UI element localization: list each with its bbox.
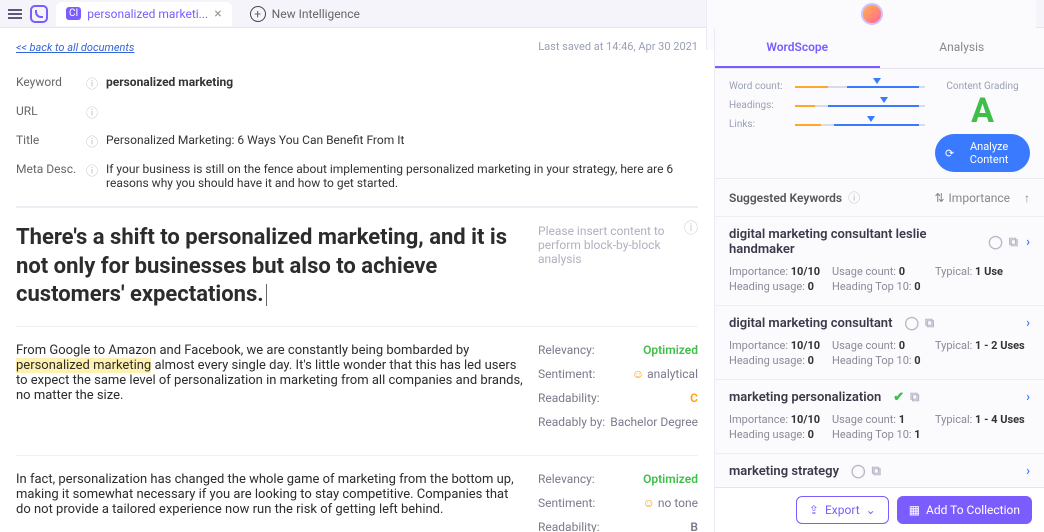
- links-slider: [795, 121, 925, 129]
- sentiment-label: Sentiment:: [538, 496, 595, 510]
- desc-value[interactable]: If your business is still on the fence a…: [106, 162, 698, 190]
- collection-icon: ▦: [909, 503, 920, 517]
- keyword-highlight: personalized marketing: [16, 358, 151, 373]
- relevancy-label: Relevancy:: [538, 472, 595, 486]
- tab-wordscope[interactable]: WordScope: [715, 28, 880, 68]
- relevancy-value: Optimized: [643, 343, 698, 357]
- plus-icon: +: [250, 6, 266, 22]
- new-tab-button[interactable]: + New Intelligence: [250, 6, 360, 22]
- help-icon[interactable]: ⓘ: [86, 75, 106, 92]
- help-icon[interactable]: ⓘ: [848, 189, 860, 206]
- avatar[interactable]: [861, 3, 883, 25]
- add-collection-button[interactable]: ▦ Add To Collection: [897, 496, 1032, 524]
- content-block-3[interactable]: In fact, personalization has changed the…: [16, 455, 698, 532]
- check-icon: ✔: [893, 390, 904, 405]
- keyword-name: marketing personalization: [729, 390, 881, 405]
- paragraph-text[interactable]: In fact, personalization has changed the…: [16, 472, 526, 532]
- copy-icon[interactable]: ⧉: [1009, 235, 1018, 250]
- menu-icon[interactable]: [8, 9, 22, 19]
- sentiment-value: ☺ analytical: [632, 367, 698, 381]
- content-block-1[interactable]: ⓘ There's a shift to personalized market…: [16, 207, 698, 326]
- keyword-item[interactable]: marketing strategy ◯ ⧉ › Importance: 10/…: [715, 453, 1044, 487]
- url-value[interactable]: [106, 104, 698, 121]
- analyze-button[interactable]: ⟳ Analyze Content: [935, 134, 1030, 172]
- arrow-up-icon: ↑: [1024, 191, 1030, 205]
- chevron-right-icon[interactable]: ›: [1026, 316, 1030, 331]
- readability-value: B: [690, 520, 698, 532]
- export-icon: ⇪: [809, 503, 819, 517]
- keyword-item[interactable]: digital marketing consultant ◯ ⧉ › Impor…: [715, 305, 1044, 379]
- keyword-name: digital marketing consultant leslie hand…: [729, 227, 976, 257]
- tab-label: personalized marketi...: [87, 7, 208, 21]
- relevancy-value: Optimized: [643, 472, 698, 486]
- chevron-right-icon[interactable]: ›: [1026, 235, 1030, 250]
- info-icon[interactable]: ⓘ: [684, 218, 698, 238]
- chevron-right-icon[interactable]: ›: [1026, 390, 1030, 405]
- tab-analysis[interactable]: Analysis: [880, 28, 1044, 68]
- sentiment-value: ☺ no tone: [643, 496, 698, 510]
- keyword-item[interactable]: marketing personalization ✔ ⧉ › Importan…: [715, 379, 1044, 453]
- readby-label: Readably by:: [538, 415, 605, 429]
- desc-label: Meta Desc.: [16, 162, 86, 190]
- title-value[interactable]: Personalized Marketing: 6 Ways You Can B…: [106, 133, 698, 150]
- keyword-name: marketing strategy: [729, 464, 839, 479]
- title-label: Title: [16, 133, 86, 150]
- help-icon[interactable]: ⓘ: [86, 133, 106, 150]
- readability-value: C: [690, 391, 698, 405]
- keyword-label: Keyword: [16, 75, 86, 92]
- copy-icon[interactable]: ⧉: [925, 316, 934, 331]
- tab-badge: CI: [66, 7, 81, 20]
- app-logo[interactable]: [30, 5, 48, 23]
- chevron-down-icon: ⌄: [866, 503, 876, 517]
- help-icon[interactable]: ⓘ: [86, 104, 106, 121]
- url-label: URL: [16, 104, 86, 121]
- back-link[interactable]: << back to all documents: [16, 41, 134, 54]
- paragraph-text[interactable]: From Google to Amazon and Facebook, we a…: [16, 343, 526, 439]
- headings-slider: [795, 102, 925, 110]
- sort-icon: ⇅: [934, 191, 944, 205]
- readability-label: Readability:: [538, 391, 600, 405]
- content-block-2[interactable]: From Google to Amazon and Facebook, we a…: [16, 326, 698, 455]
- copy-icon[interactable]: ⧉: [910, 390, 919, 405]
- circle-icon: ◯: [988, 235, 1003, 250]
- links-label: Links:: [729, 119, 789, 130]
- relevancy-label: Relevancy:: [538, 343, 595, 357]
- help-icon[interactable]: ⓘ: [86, 162, 106, 190]
- chevron-right-icon[interactable]: ›: [1026, 464, 1030, 479]
- document-tab[interactable]: CI personalized marketi... ×: [56, 2, 232, 26]
- new-tab-label: New Intelligence: [272, 7, 360, 21]
- last-saved: Last saved at 14:46, Apr 30 2021: [538, 40, 698, 53]
- refresh-icon: ⟳: [945, 147, 954, 160]
- heading-text[interactable]: There's a shift to personalized marketin…: [16, 224, 526, 310]
- close-icon[interactable]: ×: [214, 6, 221, 22]
- wordcount-slider: [795, 83, 925, 91]
- content-grade: A: [935, 94, 1030, 128]
- sidebar-panel: WordScope Analysis Word count: Headings:: [714, 28, 1044, 532]
- keyword-value[interactable]: personalized marketing: [106, 75, 698, 92]
- circle-icon: ◯: [851, 464, 866, 479]
- circle-icon: ◯: [904, 316, 919, 331]
- sentiment-label: Sentiment:: [538, 367, 595, 381]
- wordcount-label: Word count:: [729, 81, 789, 92]
- copy-icon[interactable]: ⧉: [872, 464, 881, 479]
- sort-control[interactable]: ⇅ Importance ↑: [934, 191, 1030, 205]
- keyword-name: digital marketing consultant: [729, 316, 892, 331]
- readability-label: Readability:: [538, 520, 600, 532]
- suggested-keywords-title: Suggested Keywords: [729, 191, 842, 205]
- topbar: CI personalized marketi... × + New Intel…: [0, 0, 1044, 28]
- headings-label: Headings:: [729, 100, 789, 111]
- readby-value: Bachelor Degree: [610, 415, 698, 429]
- keyword-item[interactable]: digital marketing consultant leslie hand…: [715, 216, 1044, 305]
- editor-pane: << back to all documents Last saved at 1…: [0, 28, 714, 532]
- analysis-placeholder: Please insert content to perform block-b…: [538, 224, 698, 266]
- export-button[interactable]: ⇪ Export ⌄: [796, 496, 889, 524]
